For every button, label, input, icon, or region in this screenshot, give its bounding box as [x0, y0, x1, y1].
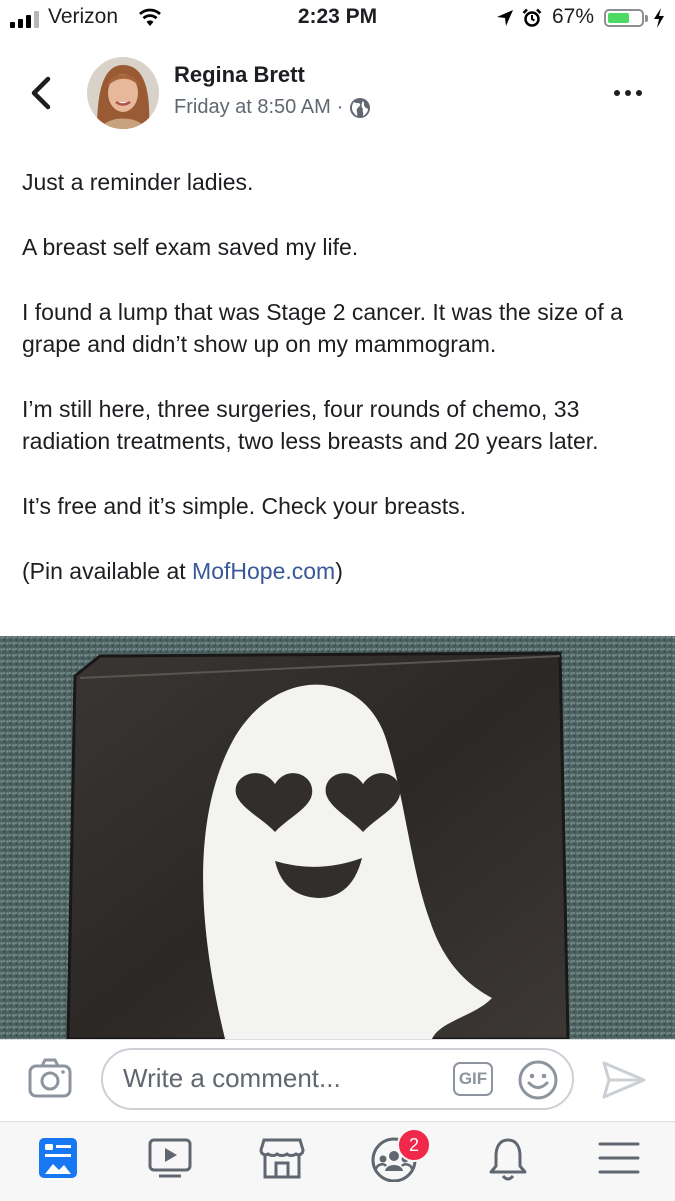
- back-button[interactable]: [28, 76, 54, 110]
- charging-bolt-icon: [654, 8, 664, 28]
- battery-percent: 67%: [552, 5, 595, 28]
- post-paragraph-link-line: (Pin available at MofHope.com): [22, 555, 662, 587]
- post-paragraph: A breast self exam saved my life.: [22, 234, 359, 260]
- status-bar: Verizon 2:23 PM 67%: [0, 0, 675, 40]
- groups-notification-badge: 2: [397, 1128, 431, 1162]
- link-suffix: ): [335, 558, 343, 584]
- battery-cap: [645, 15, 648, 22]
- notifications-icon[interactable]: [487, 1136, 529, 1182]
- emoji-icon[interactable]: [517, 1059, 559, 1101]
- post-meta: Friday at 8:50 AM ·: [174, 96, 371, 119]
- tab-bar: [0, 1121, 675, 1201]
- globe-icon: [350, 97, 371, 118]
- news-feed-icon[interactable]: [37, 1136, 79, 1180]
- meta-separator: ·: [336, 96, 344, 118]
- gif-icon[interactable]: GIF: [453, 1062, 493, 1096]
- send-icon[interactable]: [601, 1060, 647, 1100]
- location-icon: [497, 10, 513, 26]
- more-options-button[interactable]: [614, 90, 642, 96]
- post-paragraph: I found a lump that was Stage 2 cancer. …: [22, 299, 623, 357]
- author-name[interactable]: Regina Brett: [174, 62, 305, 88]
- post-paragraph: Just a reminder ladies.: [22, 169, 254, 195]
- camera-icon[interactable]: [28, 1058, 72, 1098]
- mofhope-link[interactable]: MofHope.com: [192, 558, 335, 584]
- battery-icon: [604, 9, 644, 27]
- post-paragraph: I’m still here, three surgeries, four ro…: [22, 396, 599, 454]
- alarm-icon: [522, 8, 542, 27]
- post-photo[interactable]: [0, 636, 675, 1039]
- comment-placeholder[interactable]: Write a comment...: [123, 1063, 341, 1094]
- marketplace-icon[interactable]: [259, 1136, 305, 1180]
- watch-icon[interactable]: [147, 1136, 193, 1180]
- link-prefix: (Pin available at: [22, 558, 193, 584]
- menu-icon[interactable]: [598, 1136, 640, 1180]
- post-paragraph: It’s free and it’s simple. Check your br…: [22, 493, 467, 519]
- author-avatar[interactable]: [87, 57, 159, 129]
- post-timestamp[interactable]: Friday at 8:50 AM: [174, 96, 331, 119]
- post-text: Just a reminder ladies. A breast self ex…: [22, 166, 662, 620]
